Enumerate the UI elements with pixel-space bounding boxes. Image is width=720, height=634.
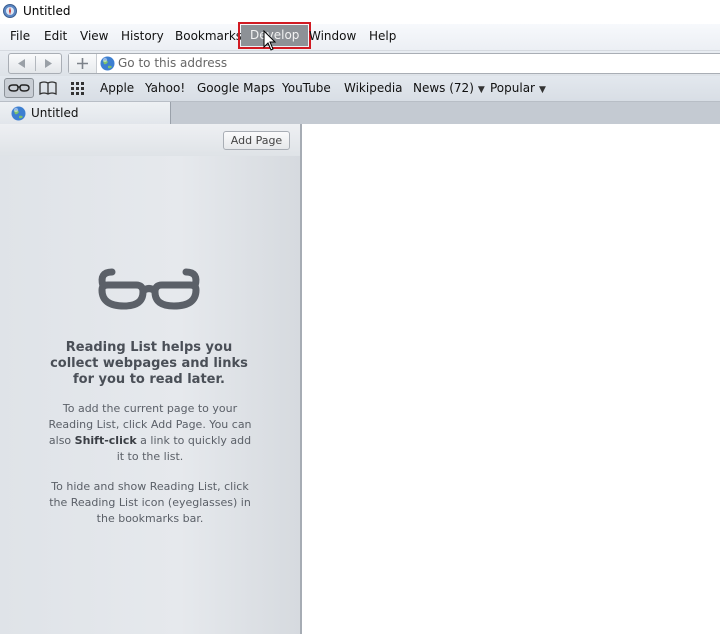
bookmark-news-label: News (72) [413, 81, 474, 95]
menu-bar: File Edit View History Bookmarks Develop… [0, 22, 720, 51]
instructions-shift-click: Shift-click [74, 434, 137, 447]
forward-arrow-icon[interactable] [36, 56, 60, 71]
menu-help[interactable]: Help [369, 29, 396, 43]
globe-icon [11, 106, 26, 121]
bookmark-google-maps[interactable]: Google Maps [197, 81, 275, 95]
add-bookmark-button[interactable] [69, 54, 97, 73]
tab-untitled[interactable]: Untitled [0, 102, 171, 124]
glasses-icon [8, 84, 30, 92]
window-title: Untitled [23, 4, 71, 18]
menu-window[interactable]: Window [309, 29, 356, 43]
address-input[interactable] [118, 55, 678, 71]
bookmarks-bar: Apple Yahoo! Google Maps YouTube Wikiped… [0, 76, 720, 102]
reading-list-header: Add Page [0, 124, 300, 156]
bookmark-popular-menu[interactable]: Popular ▼ [490, 81, 546, 95]
cursor-icon [263, 30, 277, 51]
reading-list-toggle-hint: To hide and show Reading List, click the… [49, 480, 251, 525]
grid-icon[interactable] [69, 79, 87, 97]
add-page-button[interactable]: Add Page [223, 131, 290, 150]
back-arrow-icon[interactable] [10, 56, 34, 71]
menu-view[interactable]: View [80, 29, 108, 43]
title-bar: Untitled [0, 0, 720, 24]
menu-edit[interactable]: Edit [44, 29, 67, 43]
bookmark-news-menu[interactable]: News (72) ▼ [413, 81, 485, 95]
web-content[interactable] [302, 124, 720, 634]
reading-list-instructions: To add the current page to your Reading … [45, 401, 255, 465]
bookmark-youtube[interactable]: YouTube [282, 81, 331, 95]
bookmark-popular-label: Popular [490, 81, 535, 95]
bookmark-wikipedia[interactable]: Wikipedia [344, 81, 403, 95]
instructions-text-b: a link to quickly add it to the list. [116, 434, 252, 463]
reading-list-button[interactable] [4, 78, 34, 98]
menu-bookmarks[interactable]: Bookmarks [175, 29, 242, 43]
plus-icon [77, 58, 88, 69]
bookmark-apple[interactable]: Apple [100, 81, 134, 95]
chevron-down-icon: ▼ [539, 85, 546, 95]
address-bar [68, 53, 720, 74]
tab-bar: Untitled [0, 102, 720, 125]
safari-icon [3, 4, 17, 18]
book-icon[interactable] [38, 79, 58, 97]
reading-list-sidebar: Add Page Reading List helps you collect … [0, 124, 302, 634]
chevron-down-icon: ▼ [477, 85, 485, 95]
globe-icon [100, 56, 115, 71]
reading-list-heading: Reading List helps you collect webpages … [50, 340, 248, 387]
menu-history[interactable]: History [121, 29, 164, 43]
menu-file[interactable]: File [10, 29, 30, 43]
glasses-icon [98, 268, 200, 310]
tab-title: Untitled [31, 106, 79, 120]
toolbar [0, 51, 720, 76]
bookmark-yahoo[interactable]: Yahoo! [145, 81, 185, 95]
nav-buttons [8, 53, 62, 74]
